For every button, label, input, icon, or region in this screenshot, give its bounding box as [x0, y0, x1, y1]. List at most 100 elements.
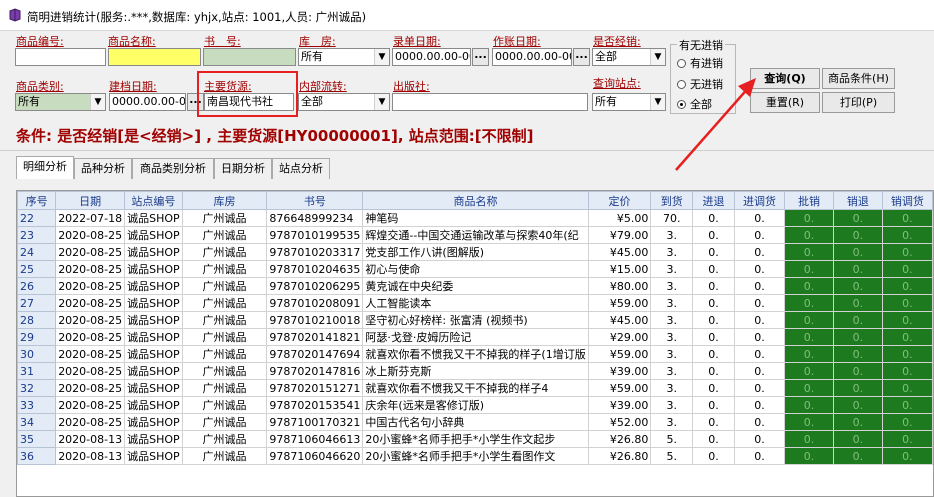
radio-selected-icon — [677, 100, 686, 109]
table-row[interactable]: 36 2020-08-13 诚品SHOP 广州诚品 9787106046620 20小蜜蜂… — [17, 447, 933, 465]
table-cell: 0. — [784, 413, 834, 431]
entry-date-input[interactable]: 0000.00.00-00 — [392, 48, 471, 66]
print-button[interactable]: 打印(P) — [822, 92, 895, 113]
archive-date-label: 建档日期: — [109, 80, 157, 93]
table-row[interactable]: 34 2020-08-25 诚品SHOP 广州诚品 9787100170321 中国古代名… — [17, 413, 933, 431]
table-cell: 0. — [733, 345, 786, 363]
table-row[interactable]: 30 2020-08-25 诚品SHOP 广州诚品 9787020147694 就喜欢你看… — [17, 345, 933, 363]
tab-variety-analysis[interactable]: 品种分析 — [74, 158, 132, 179]
table-cell: ¥52.00 — [587, 413, 652, 431]
table-cell: 3. — [650, 328, 694, 346]
table-cell: 广州诚品 — [181, 311, 268, 329]
category-select[interactable]: 所有 ▼ — [15, 93, 106, 111]
table-header-row: 序号 日期 站点编号 库房 书号 商品名称 定价 到货 进退 进调货 批销 销退 销调货 — [17, 191, 933, 210]
column-header[interactable]: 批销 — [784, 191, 834, 210]
table-cell: 9787010203317 — [266, 243, 364, 261]
table-cell: 0. — [881, 328, 933, 346]
table-cell: 诚品SHOP — [124, 226, 183, 244]
table-row[interactable]: 25 2020-08-25 诚品SHOP 广州诚品 9787010204635 初心与使命… — [17, 260, 933, 278]
chevron-down-icon: ▼ — [374, 94, 389, 110]
column-header[interactable]: 书号 — [266, 191, 364, 210]
table-cell: 3. — [650, 362, 694, 380]
product-code-input[interactable] — [15, 48, 106, 66]
product-name-input[interactable] — [108, 48, 201, 66]
table-row[interactable]: 28 2020-08-25 诚品SHOP 广州诚品 9787010210018 坚守初心好… — [17, 311, 933, 329]
table-cell: 0. — [881, 226, 933, 244]
column-header[interactable]: 日期 — [55, 191, 126, 210]
radio-no-movement[interactable]: 无进销 — [677, 76, 723, 92]
reset-button[interactable]: 重置(R) — [750, 92, 820, 113]
table-cell: 2020-08-25 — [55, 294, 126, 312]
internal-transfer-select[interactable]: 全部 ▼ — [298, 93, 390, 111]
table-cell: 27 — [17, 294, 57, 312]
table-cell: 9787010206295 — [266, 277, 364, 295]
table-cell: 人工智能读本 — [362, 294, 589, 312]
product-condition-button[interactable]: 商品条件(H) — [822, 68, 895, 89]
table-row[interactable]: 31 2020-08-25 诚品SHOP 广州诚品 9787020147816 冰上斯芬克… — [17, 362, 933, 380]
table-row[interactable]: 32 2020-08-25 诚品SHOP 广州诚品 9787020151271 就喜欢你看… — [17, 379, 933, 397]
table-row[interactable]: 35 2020-08-13 诚品SHOP 广州诚品 9787106046613 20小蜜蜂… — [17, 430, 933, 448]
table-cell: 0. — [784, 294, 834, 312]
product-code-label: 商品编号: — [16, 35, 64, 48]
radio-has-movement[interactable]: 有进销 — [677, 55, 723, 71]
column-header[interactable]: 到货 — [650, 191, 694, 210]
table-row[interactable]: 23 2020-08-25 诚品SHOP 广州诚品 9787010199535 辉煌交通-… — [17, 226, 933, 244]
tab-site-analysis[interactable]: 站点分析 — [272, 158, 330, 179]
table-row[interactable]: 24 2020-08-25 诚品SHOP 广州诚品 9787010203317 党支部工作… — [17, 243, 933, 261]
radio-all[interactable]: 全部 — [677, 96, 712, 112]
table-row[interactable]: 22 2022-07-18 诚品SHOP 广州诚品 876648999234 神笔码 ¥5.… — [17, 209, 933, 227]
account-date-input[interactable]: 0000.00.00-00 — [492, 48, 572, 66]
account-date-picker-button[interactable]: ... — [573, 48, 590, 66]
consign-select[interactable]: 全部 ▼ — [592, 48, 666, 66]
column-header[interactable]: 销退 — [832, 191, 883, 210]
column-header[interactable]: 序号 — [17, 191, 57, 210]
table-cell: 5. — [650, 447, 694, 465]
table-cell: 辉煌交通--中国交通运输改革与探索40年(纪 — [362, 226, 589, 244]
table-cell: 0. — [881, 243, 933, 261]
query-site-value: 所有 — [595, 95, 617, 108]
column-header[interactable]: 库房 — [181, 191, 268, 210]
table-cell: ¥59.00 — [587, 345, 652, 363]
divider — [0, 150, 934, 151]
table-row[interactable]: 27 2020-08-25 诚品SHOP 广州诚品 9787010208091 人工智能读… — [17, 294, 933, 312]
archive-date-input[interactable]: 0000.00.00-0( — [109, 93, 186, 111]
table-cell: 0. — [733, 277, 786, 295]
table-cell: 0. — [881, 294, 933, 312]
column-header[interactable]: 进调货 — [733, 191, 786, 210]
table-cell: 党支部工作八讲(图解版) — [362, 243, 589, 261]
table-cell: 0. — [733, 226, 786, 244]
tab-detail-analysis[interactable]: 明细分析 — [16, 156, 74, 179]
book-no-input[interactable] — [203, 48, 296, 66]
table-cell: 0. — [692, 396, 735, 414]
table-cell: 0. — [881, 311, 933, 329]
publisher-input[interactable] — [392, 93, 588, 111]
table-cell: 广州诚品 — [181, 413, 268, 431]
column-header[interactable]: 商品名称 — [362, 191, 589, 210]
table-cell: 2020-08-25 — [55, 413, 126, 431]
table-cell: 0. — [733, 447, 786, 465]
column-header[interactable]: 定价 — [587, 191, 652, 210]
column-header[interactable]: 站点编号 — [124, 191, 183, 210]
table-cell: ¥15.00 — [587, 260, 652, 278]
table-row[interactable]: 26 2020-08-25 诚品SHOP 广州诚品 9787010206295 黄克诚在中… — [17, 277, 933, 295]
detail-grid[interactable]: 序号 日期 站点编号 库房 书号 商品名称 定价 到货 进退 进调货 批销 销退 销调货 22 2022-… — [16, 190, 934, 497]
warehouse-select[interactable]: 所有 ▼ — [298, 48, 390, 66]
table-cell: 0. — [881, 345, 933, 363]
chevron-down-icon: ▼ — [650, 94, 665, 110]
table-cell: 9787020147694 — [266, 345, 364, 363]
table-cell: 20小蜜蜂*名师手把手*小学生看图作文 — [362, 447, 589, 465]
tab-date-analysis[interactable]: 日期分析 — [214, 158, 272, 179]
table-cell: ¥39.00 — [587, 396, 652, 414]
column-header[interactable]: 销调货 — [881, 191, 933, 210]
table-cell: 0. — [692, 209, 735, 227]
table-row[interactable]: 33 2020-08-25 诚品SHOP 广州诚品 9787020153541 庆余年(远… — [17, 396, 933, 414]
column-header[interactable]: 进退 — [692, 191, 735, 210]
query-site-select[interactable]: 所有 ▼ — [592, 93, 666, 111]
query-button[interactable]: 查询(Q) — [750, 68, 820, 89]
internal-transfer-value: 全部 — [301, 95, 323, 108]
table-cell: 0. — [733, 243, 786, 261]
entry-date-picker-button[interactable]: ... — [472, 48, 489, 66]
table-row[interactable]: 29 2020-08-25 诚品SHOP 广州诚品 9787020141821 阿瑟·戈登… — [17, 328, 933, 346]
table-cell: 0. — [784, 260, 834, 278]
tab-category-analysis[interactable]: 商品类别分析 — [132, 158, 214, 179]
